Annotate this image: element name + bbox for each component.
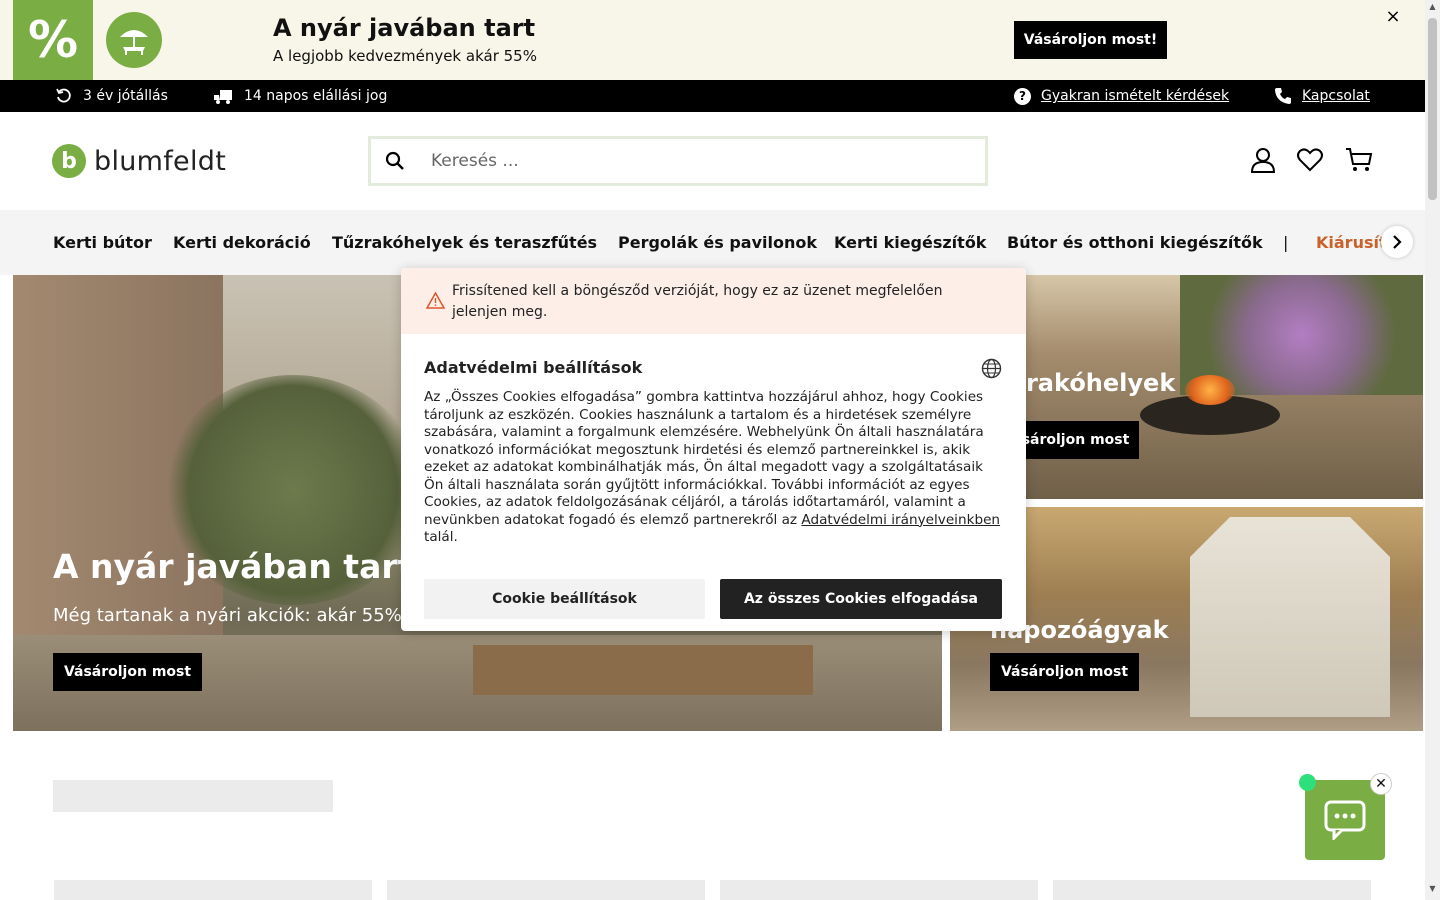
globe-icon[interactable]	[981, 358, 1002, 379]
account-icon[interactable]	[1249, 146, 1277, 174]
nav-garden-accessories[interactable]: Kerti kiegészítők	[834, 210, 986, 275]
nav-garden-furniture[interactable]: Kerti bútor	[53, 210, 152, 275]
phone-icon	[1275, 88, 1291, 104]
nav-fireplaces[interactable]: Tűzrakóhelyek és teraszfűtés	[332, 210, 597, 275]
loading-placeholder-card	[720, 880, 1038, 900]
logo[interactable]: b blumfeldt	[52, 144, 226, 178]
daybeds-shop-button[interactable]: Vásároljon most	[990, 653, 1139, 691]
online-status-indicator	[1299, 774, 1316, 791]
search-icon[interactable]	[385, 151, 405, 171]
fireplaces-shop-button[interactable]: sároljon most	[1012, 421, 1139, 459]
close-icon[interactable]: ×	[1384, 6, 1402, 27]
warning-icon	[426, 292, 445, 309]
hero-subtitle: Még tartanak a nyári akciók: akár 55%	[53, 605, 402, 626]
faq-link[interactable]: ? Gyakran ismételt kérdések	[1014, 80, 1229, 112]
scrollbar-thumb[interactable]	[1428, 18, 1437, 200]
nav-pergolas[interactable]: Pergolák és pavilonok	[618, 210, 817, 275]
accept-all-cookies-button[interactable]: Az összes Cookies elfogadása	[720, 579, 1002, 619]
promo-title: A nyár javában tart	[273, 14, 536, 42]
search-bar[interactable]	[368, 136, 988, 186]
loading-placeholder-card	[1053, 880, 1371, 900]
fireplaces-title: zrakóhelyek	[1012, 369, 1176, 397]
refresh-icon	[56, 88, 71, 103]
question-icon: ?	[1014, 87, 1031, 105]
sun-lounger-icon	[106, 12, 162, 68]
hero-shop-button[interactable]: Vásároljon most	[53, 653, 202, 691]
return-label: 14 napos elállási jog	[244, 88, 388, 104]
scroll-up-arrow-icon[interactable]: ▲	[1425, 2, 1440, 16]
contact-label[interactable]: Kapcsolat	[1302, 88, 1370, 104]
hero-title: A nyár javában tart	[53, 547, 414, 586]
promo-subtitle: A legjobb kedvezmények akár 55%	[273, 47, 537, 65]
cart-icon[interactable]	[1345, 146, 1373, 174]
promo-shop-button[interactable]: Vásároljon most!	[1014, 21, 1167, 59]
hero-image-fire	[1185, 375, 1235, 405]
cookie-body-end: talál.	[424, 529, 458, 545]
site-header: b blumfeldt	[0, 112, 1425, 210]
cookie-body-text: Az „Összes Cookies elfogadása” gombra ka…	[424, 389, 984, 528]
loading-placeholder-card	[54, 880, 372, 900]
close-icon[interactable]: ✕	[1370, 773, 1392, 795]
warranty-label: 3 év jótállás	[83, 88, 168, 104]
scroll-down-arrow-icon[interactable]: ▼	[1425, 884, 1440, 898]
logo-text: blumfeldt	[94, 145, 227, 177]
percent-badge: %	[13, 0, 93, 80]
scrollbar[interactable]: ▲ ▼	[1425, 0, 1440, 900]
info-bar: 3 év jótállás 14 napos elállási jog ? Gy…	[0, 80, 1425, 112]
chat-bubble-icon	[1324, 800, 1366, 840]
warranty-info: 3 év jótállás	[55, 80, 168, 112]
heart-icon[interactable]	[1296, 146, 1324, 174]
return-info: 14 napos elállási jog	[213, 80, 387, 112]
loading-placeholder-card	[387, 880, 705, 900]
cookie-dialog: Frissítened kell a böngésződ verzióját, …	[401, 268, 1026, 631]
nav-garden-decoration[interactable]: Kerti dekoráció	[173, 210, 311, 275]
hero-image-table	[473, 645, 813, 695]
privacy-policy-link[interactable]: Adatvédelmi irányelveinkben	[801, 512, 1000, 528]
cookie-title: Adatvédelmi beállítások	[424, 358, 643, 377]
cookie-settings-button[interactable]: Cookie beállítások	[424, 579, 705, 619]
main-nav: Kerti bútor Kerti dekoráció Tűzrakóhelye…	[0, 210, 1425, 275]
logo-mark: b	[52, 144, 86, 178]
hero-image-canopy	[1190, 517, 1390, 717]
search-input[interactable]	[431, 151, 951, 171]
truck-icon	[214, 90, 232, 104]
faq-label[interactable]: Gyakran ismételt kérdések	[1041, 88, 1229, 104]
nav-separator: |	[1283, 233, 1289, 252]
contact-link[interactable]: Kapcsolat	[1274, 80, 1370, 112]
loading-placeholder-heading	[53, 780, 333, 812]
chevron-right-icon[interactable]	[1381, 226, 1413, 258]
promo-banner: % A nyár javában tart A legjobb kedvezmé…	[0, 0, 1425, 80]
nav-sale[interactable]: Kiárusít	[1316, 210, 1386, 275]
nav-home-furniture[interactable]: Bútor és otthoni kiegészítők	[1007, 210, 1263, 275]
warning-text: Frissítened kell a böngésződ verzióját, …	[452, 283, 943, 320]
browser-warning: Frissítened kell a böngésződ verzióját, …	[401, 268, 1026, 334]
cookie-body: Az „Összes Cookies elfogadása” gombra ka…	[424, 389, 1004, 547]
